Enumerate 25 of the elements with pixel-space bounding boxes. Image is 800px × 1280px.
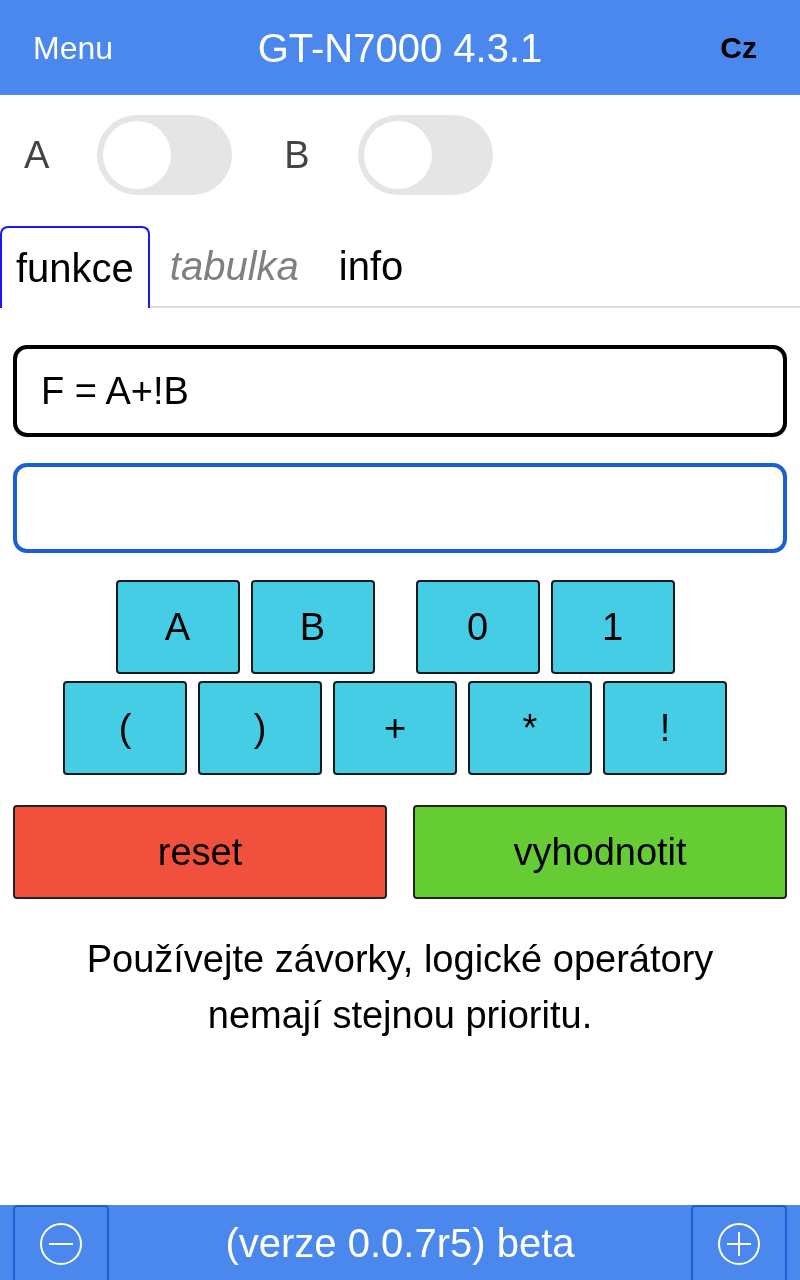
tab[interactable]: funkce [0,226,150,308]
version-text: (verze 0.0.7r5) beta [225,1222,575,1263]
tab[interactable]: info [318,226,424,306]
key-button[interactable]: ( [63,681,187,775]
switch-label: A [24,136,50,174]
hint-text: Používejte závorky, logické operátory nemají stejnou prioritu. [85,937,715,1038]
key-button[interactable]: + [333,681,457,775]
key-button[interactable]: 1 [550,580,675,674]
text-field[interactable]: F = A+!B [13,345,787,437]
key-button[interactable]: A [115,580,240,674]
text-field[interactable] [13,463,787,553]
key-button[interactable]: 0 [415,580,540,674]
switch-label: B [284,136,310,174]
app-title: GT-N7000 4.3.1 [257,27,543,68]
minus-button[interactable] [13,1205,109,1280]
key-button[interactable]: * [468,681,592,775]
action-button[interactable]: vyhodnotit [413,805,787,899]
key-button[interactable]: B [250,580,375,674]
plus-button[interactable] [691,1205,787,1280]
language-button[interactable]: Cz [720,32,800,63]
key-button[interactable]: ) [198,681,322,775]
key-button[interactable]: ! [603,681,727,775]
minus-circle-icon [40,1222,82,1265]
action-button[interactable]: reset [13,805,387,899]
plus-circle-icon [718,1222,760,1265]
